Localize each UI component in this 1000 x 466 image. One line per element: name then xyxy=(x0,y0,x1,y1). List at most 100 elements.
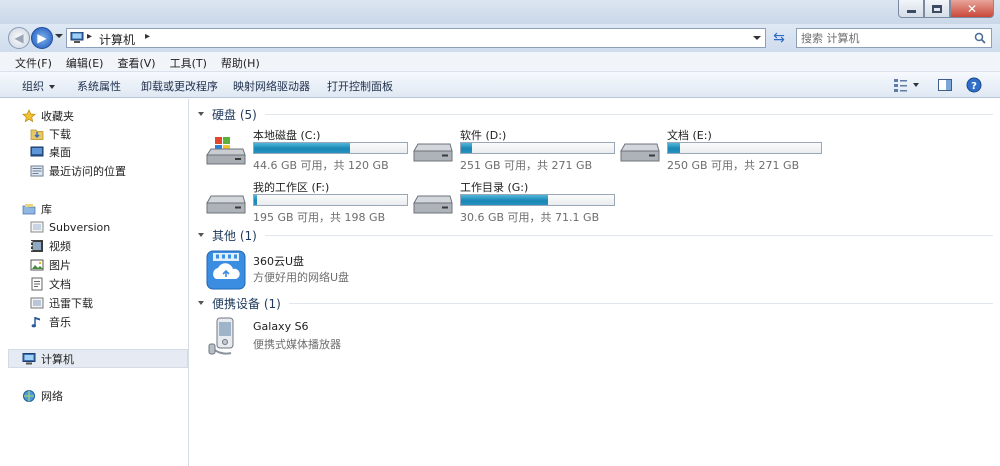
drive-name: 本地磁盘 (C:) xyxy=(253,129,321,142)
usage-bar xyxy=(460,194,615,206)
library-icon xyxy=(22,204,36,215)
drive-space: 251 GB 可用，共 271 GB xyxy=(460,159,593,172)
hard-drive-icon xyxy=(620,143,660,162)
group-header-portable-devices[interactable]: 便携设备 (1) xyxy=(198,294,993,312)
network-icon xyxy=(23,390,35,402)
sidebar-label: 图片 xyxy=(49,259,71,272)
group-divider xyxy=(264,113,993,115)
sidebar-item-computer[interactable]: 计算机 xyxy=(22,350,74,368)
sidebar-item-documents[interactable]: 文档 xyxy=(30,275,71,293)
collapse-icon xyxy=(198,233,204,237)
item-description: 便携式媒体播放器 xyxy=(253,338,341,351)
sidebar-label: 视频 xyxy=(49,240,71,253)
sidebar-label: Subversion xyxy=(49,220,111,234)
maximize-button[interactable] xyxy=(924,0,950,18)
minimize-button[interactable] xyxy=(898,0,924,18)
sidebar-item-libraries[interactable]: 库 xyxy=(22,200,52,218)
drive-f[interactable]: 我的工作区 (F:) 195 GB 可用，共 198 GB xyxy=(205,179,410,224)
system-properties-button[interactable]: 系统属性 xyxy=(77,78,121,94)
downloads-folder-icon xyxy=(30,129,44,140)
forward-button[interactable]: ▶ xyxy=(31,27,53,49)
sidebar-item-recent-places[interactable]: 最近访问的位置 xyxy=(30,162,126,180)
drive-d[interactable]: 软件 (D:) 251 GB 可用，共 271 GB xyxy=(412,127,617,172)
drive-name: 我的工作区 (F:) xyxy=(253,181,330,194)
sidebar-item-favorites[interactable]: 收藏夹 xyxy=(22,107,74,125)
menu-bar: 文件(F) 编辑(E) 查看(V) 工具(T) 帮助(H) xyxy=(0,52,1000,72)
group-header-hard-disks[interactable]: 硬盘 (5) xyxy=(198,105,993,123)
breadcrumb-computer[interactable]: 计算机 xyxy=(99,31,135,48)
sidebar-item-videos[interactable]: 视频 xyxy=(30,237,71,255)
video-icon xyxy=(31,240,43,252)
sidebar-item-music[interactable]: 音乐 xyxy=(30,313,71,331)
sidebar-label: 收藏夹 xyxy=(41,110,74,123)
window-controls: ✕ xyxy=(898,0,994,18)
search-icon[interactable] xyxy=(974,32,986,44)
view-dropdown-icon[interactable] xyxy=(913,83,919,87)
sidebar-item-downloads[interactable]: 下载 xyxy=(30,125,71,143)
address-bar[interactable]: ▸ 计算机 ▸ xyxy=(66,28,766,48)
star-icon xyxy=(22,109,36,123)
computer-icon xyxy=(70,32,84,43)
drive-space: 44.6 GB 可用，共 120 GB xyxy=(253,159,389,172)
menu-edit[interactable]: 编辑(E) xyxy=(59,52,111,71)
menu-view[interactable]: 查看(V) xyxy=(110,52,162,71)
address-row: ◀ ▶ ▸ 计算机 ▸ ⇆ xyxy=(0,24,1000,52)
minimize-icon xyxy=(906,9,916,13)
desktop-icon xyxy=(30,146,44,157)
recent-pages-dropdown[interactable] xyxy=(55,34,63,38)
usage-bar-fill xyxy=(461,143,472,153)
sidebar-item-subversion[interactable]: Subversion xyxy=(30,218,110,236)
thunder-downloads-icon xyxy=(30,297,44,309)
cloud-drive-item[interactable]: 360云U盘 方便好用的网络U盘 xyxy=(205,249,425,293)
breadcrumb-arrow-icon[interactable]: ▸ xyxy=(145,31,150,42)
drive-space: 195 GB 可用，共 198 GB xyxy=(253,211,386,224)
usage-bar-fill xyxy=(254,143,351,153)
view-options-icon[interactable] xyxy=(893,77,909,93)
sidebar-label: 库 xyxy=(41,203,52,216)
menu-help[interactable]: 帮助(H) xyxy=(214,52,267,71)
usage-bar xyxy=(667,142,822,154)
system-drive-icon xyxy=(206,137,246,165)
menu-file[interactable]: 文件(F) xyxy=(8,52,59,71)
maximize-icon xyxy=(932,4,942,13)
media-player-icon xyxy=(208,317,234,355)
sidebar-label: 文档 xyxy=(49,278,71,291)
content-area: 硬盘 (5) 本地磁盘 (C:) 44.6 GB 可用，共 120 GB 软件 … xyxy=(190,99,1000,466)
usage-bar xyxy=(253,194,408,206)
preview-pane-icon[interactable] xyxy=(937,77,953,93)
back-button[interactable]: ◀ xyxy=(8,27,30,49)
chevron-down-icon xyxy=(49,85,55,89)
refresh-button[interactable]: ⇆ xyxy=(768,28,790,48)
close-button[interactable]: ✕ xyxy=(950,0,994,18)
menu-tools[interactable]: 工具(T) xyxy=(163,52,214,71)
drive-g[interactable]: 工作目录 (G:) 30.6 GB 可用，共 71.1 GB xyxy=(412,179,617,224)
search-box[interactable] xyxy=(796,28,992,48)
recent-places-icon xyxy=(30,165,44,177)
map-network-drive-button[interactable]: 映射网络驱动器 xyxy=(233,78,310,94)
breadcrumb-arrow-icon[interactable]: ▸ xyxy=(87,31,92,42)
item-name: 360云U盘 xyxy=(253,255,305,268)
help-icon[interactable]: ? xyxy=(966,77,982,93)
sidebar-label: 最近访问的位置 xyxy=(49,165,126,178)
sidebar-item-pictures[interactable]: 图片 xyxy=(30,256,71,274)
cloud-drive-icon xyxy=(206,250,246,290)
address-history-dropdown[interactable] xyxy=(753,36,761,40)
sidebar-label: 音乐 xyxy=(49,316,71,329)
drive-c[interactable]: 本地磁盘 (C:) 44.6 GB 可用，共 120 GB xyxy=(205,127,410,172)
sidebar-item-thunder-downloads[interactable]: 迅雷下载 xyxy=(30,294,93,312)
drive-e[interactable]: 文档 (E:) 250 GB 可用，共 271 GB xyxy=(619,127,824,172)
open-control-panel-button[interactable]: 打开控制面板 xyxy=(327,78,393,94)
organize-button[interactable]: 组织 xyxy=(22,78,55,94)
drive-name: 工作目录 (G:) xyxy=(460,181,529,194)
documents-icon xyxy=(31,277,43,291)
hard-drive-icon xyxy=(206,195,246,214)
command-bar: 组织 系统属性 卸载或更改程序 映射网络驱动器 打开控制面板 ? xyxy=(0,72,1000,98)
search-input[interactable] xyxy=(801,31,971,45)
portable-device-item[interactable]: Galaxy S6 便携式媒体播放器 xyxy=(205,316,425,360)
sidebar-item-network[interactable]: 网络 xyxy=(22,387,63,405)
group-header-other[interactable]: 其他 (1) xyxy=(198,226,993,244)
uninstall-program-button[interactable]: 卸载或更改程序 xyxy=(141,78,218,94)
forward-arrow-icon: ▶ xyxy=(37,31,47,45)
collapse-icon xyxy=(198,112,204,116)
sidebar-item-desktop[interactable]: 桌面 xyxy=(30,143,71,161)
